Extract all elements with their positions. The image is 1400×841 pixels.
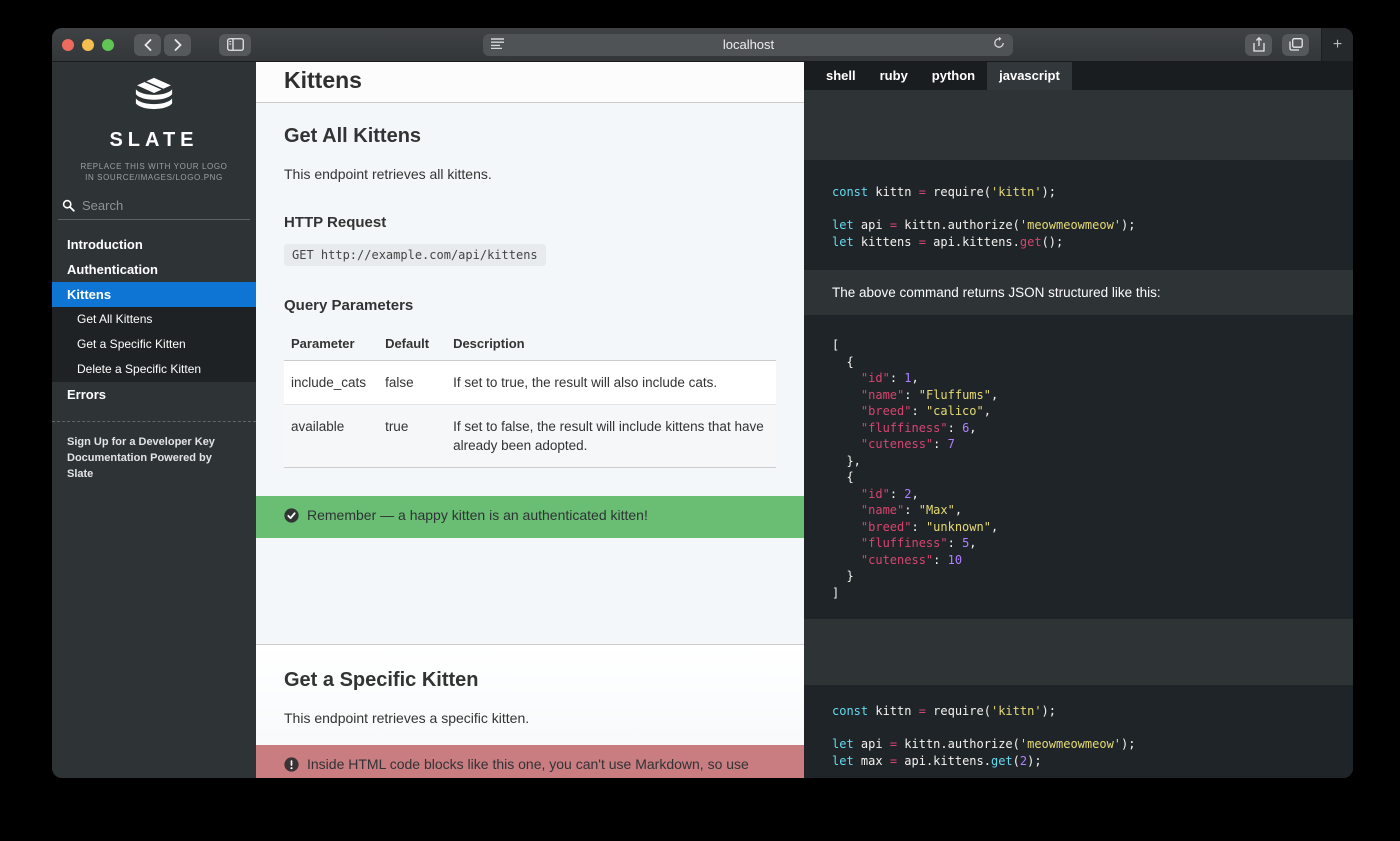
warning-banner: Inside HTML code blocks like this one, y… [256,745,804,778]
sidebar-icon [227,38,244,51]
code-panel-spacer [804,619,1353,685]
slate-books-logo-icon [128,76,180,120]
search-icon [62,199,75,212]
column-header-parameter: Parameter [284,328,378,361]
page-title: Kittens [284,67,776,94]
logo-tagline: REPLACE THIS WITH YOUR LOGO IN SOURCE/IM… [52,161,256,183]
close-window-button[interactable] [62,39,74,51]
table-row: include_catsfalseIf set to true, the res… [284,361,776,405]
sidebar-item-introduction[interactable]: Introduction [52,232,256,257]
url-text: localhost [504,37,993,52]
sidebar-item-errors[interactable]: Errors [52,382,256,407]
history-buttons [134,34,191,56]
docs-main: Kittens Get All Kittens This endpoint re… [256,62,804,778]
section-get-all-kittens: Get All Kittens This endpoint retrieves … [256,103,804,538]
code-block-js-get-all: const kittn = require('kittn'); let api … [804,160,1353,270]
traffic-lights [62,39,114,51]
sidebar-toggle-button[interactable] [219,34,251,56]
code-annotation: The above command returns JSON structure… [804,270,1353,315]
tab-ruby[interactable]: ruby [868,62,920,90]
table-header: ParameterDefaultDescription [284,328,776,361]
tab-python[interactable]: python [920,62,987,90]
chevron-left-icon [144,39,152,51]
sidebar-item-delete-a-specific-kitten[interactable]: Delete a Specific Kitten [52,357,256,382]
footer-link-documentation-powered-by-slate[interactable]: Documentation Powered by Slate [67,450,241,482]
table-row: availabletrueIf set to false, the result… [284,405,776,468]
tab-javascript[interactable]: javascript [987,62,1072,90]
toolbar-right-buttons [1245,34,1309,56]
section-heading: Get All Kittens [284,103,776,148]
query-parameters-table: ParameterDefaultDescription include_cats… [284,328,776,468]
back-button[interactable] [134,34,161,56]
screen: localhost + [0,0,1400,841]
share-icon [1253,37,1265,52]
tab-overview-button[interactable] [1282,34,1309,56]
section-description: This endpoint retrieves a specific kitte… [284,710,776,727]
code-panel: shellrubypythonjavascript const kittn = … [804,62,1353,778]
reload-icon[interactable] [993,36,1005,54]
sidebar-item-authentication[interactable]: Authentication [52,257,256,282]
http-request-code: GET http://example.com/api/kittens [284,244,546,266]
page-content: SLATE REPLACE THIS WITH YOUR LOGO IN SOU… [52,62,1353,778]
new-tab-button[interactable]: + [1321,28,1353,61]
minimize-window-button[interactable] [82,39,94,51]
tabs-icon [1289,38,1303,51]
sidebar-item-get-all-kittens[interactable]: Get All Kittens [52,307,256,332]
warning-banner-text-pre: Inside HTML code blocks like this one, y… [307,756,749,772]
sidebar-item-get-a-specific-kitten[interactable]: Get a Specific Kitten [52,332,256,357]
http-request-heading: HTTP Request [284,214,776,231]
section-heading: Get a Specific Kitten [284,645,776,692]
success-banner-text: Remember — a happy kitten is an authenti… [307,507,648,523]
footer-link-sign-up-for-a-developer-key[interactable]: Sign Up for a Developer Key [67,434,241,450]
fullscreen-window-button[interactable] [102,39,114,51]
browser-window: localhost + [52,28,1353,778]
share-button[interactable] [1245,34,1272,56]
search-box [58,196,250,220]
section-description: This endpoint retrieves all kittens. [284,166,776,183]
page-title-block: Kittens [256,62,804,103]
docs-sidebar: SLATE REPLACE THIS WITH YOUR LOGO IN SOU… [52,62,256,778]
column-header-description: Description [446,328,776,361]
logo-block: SLATE REPLACE THIS WITH YOUR LOGO IN SOU… [52,62,256,183]
sidebar-item-kittens[interactable]: Kittens [52,282,256,307]
exclamation-circle-icon [284,757,299,777]
sidebar-subnav: Get All KittensGet a Specific KittenDele… [52,307,256,382]
code-block-js-get-specific: const kittn = require('kittn'); let api … [804,685,1353,778]
reader-view-icon[interactable] [491,36,504,54]
query-parameters-heading: Query Parameters [284,297,776,314]
chevron-right-icon [174,39,182,51]
success-banner: Remember — a happy kitten is an authenti… [256,496,804,538]
check-circle-icon [284,508,299,528]
address-bar[interactable]: localhost [483,34,1013,56]
section-get-specific-kitten: Get a Specific Kitten This endpoint retr… [256,644,804,778]
search-input[interactable] [75,196,250,215]
language-tab-bar: shellrubypythonjavascript [804,62,1353,90]
code-panel-spacer [804,90,1353,160]
plus-icon: + [1333,36,1342,54]
sidebar-footer: Sign Up for a Developer KeyDocumentation… [52,422,256,482]
logo-text: SLATE [52,129,256,152]
forward-button[interactable] [164,34,191,56]
code-block-json-response: [ { "id": 1, "name": "Fluffums", "breed"… [804,315,1353,619]
tab-shell[interactable]: shell [814,62,868,90]
browser-titlebar: localhost + [52,28,1353,62]
column-header-default: Default [378,328,446,361]
sidebar-nav: IntroductionAuthenticationKittensGet All… [52,232,256,407]
